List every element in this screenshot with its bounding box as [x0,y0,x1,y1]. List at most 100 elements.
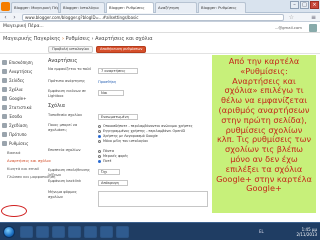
minimize-icon[interactable]: – [290,1,299,9]
start-button-icon[interactable] [3,226,15,238]
settings-row: Πρότυπο ανάρτησης Προσθήκη [48,79,218,89]
who-option[interactable]: Χρήστης με Λογαριασμό Google [98,134,158,138]
sidebar-item-label: Σχεδίαση [9,123,28,128]
sidebar-item-layout[interactable]: Σχεδίαση [2,122,42,130]
browser-taskbar-icon[interactable] [52,226,65,238]
radio-icon [98,124,101,128]
sidebar-item-comments[interactable]: Σχόλια [2,86,42,94]
comments-icon [2,87,7,92]
taskbar: EL 1:45 μμ 2/11/2013 [0,222,320,240]
option-label: Ποτέ [103,159,112,163]
url-field[interactable]: www.blogger.com/blogger.g?blogID=...#all… [22,14,284,21]
row-label: Εμφάνιση backlink [48,179,82,183]
sidebar-item-label: Πρότυπο [9,132,27,137]
moderation-option[interactable]: Ποτέ [98,159,112,163]
sidebar-subitem-posts-comments[interactable]: Αναρτήσεις και σχόλια [7,157,51,165]
option-label: Εγγεγραμμένος χρήστης - περιλαμβάνει Ope… [103,129,186,133]
blogger-header: Μαγειρική Πέρα... ...@gmail.com [0,23,320,33]
system-tray: EL 1:45 μμ 2/11/2013 [257,225,317,239]
sidebar-subitem-basic[interactable]: Βασικά [7,149,42,157]
wrench-icon[interactable]: ≡ [311,14,316,21]
sidebar-subitem-language[interactable]: Γλώσσα και μορφοποίηση [7,173,55,181]
settings-row: Ποιος μπορεί να σχολιάσει; Οποιοσδήποτε … [48,123,218,147]
firefox-icon[interactable] [68,226,81,238]
app-icon[interactable] [84,226,97,238]
radio-icon [98,139,101,143]
sidebar-item-earnings[interactable]: Έσοδα [2,113,42,121]
settings-action-bar: Προβολή ιστολογίου Αποθήκευση ρυθμίσεων [0,45,320,54]
radio-icon [98,129,101,133]
template-icon [2,132,7,137]
sidebar-item-settings[interactable]: Ρυθμίσεις [2,140,42,148]
language-indicator[interactable]: EL [259,229,264,234]
sidebar-item-stats[interactable]: Στατιστικά [2,104,42,112]
clock-date: 2/11/2013 [296,232,317,237]
forward-icon[interactable]: › [11,14,18,21]
row-label: Ποιος μπορεί να σχολιάσει; [48,123,78,132]
media-player-icon[interactable] [36,226,49,238]
who-option[interactable]: Εγγεγραμμένος χρήστης - περιλαμβάνει Ope… [98,129,185,133]
browser-tab[interactable]: Blogger: Μαγειρική Πέρα... [11,2,59,13]
blog-name[interactable]: Μαγειρική Πέρα... [3,24,44,29]
sidebar-item-posts[interactable]: Αναρτήσεις [2,68,42,76]
user-email[interactable]: ...@gmail.com [275,25,302,30]
explorer-icon[interactable] [20,226,33,238]
app-icon[interactable] [100,226,113,238]
url-host: www.blogger.com [25,15,61,20]
max-posts-select[interactable]: 7 αναρτήσεις [98,68,138,74]
clock[interactable]: 1:45 μμ 2/11/2013 [296,227,317,237]
backlinks-select[interactable]: Απόκρυψη [98,180,128,186]
googleplus-icon [2,96,7,101]
moderation-option[interactable]: Πάντα [98,149,114,153]
radio-selected-icon [98,134,101,138]
maximize-icon[interactable]: □ [300,1,309,9]
breadcrumb-page: Ρυθμίσεις › Αναρτήσεις και σχόλια [65,36,153,42]
option-label: Χρήστης με Λογαριασμό Google [103,134,158,138]
sidebar-item-label: Google+ [9,96,27,101]
option-label: Μερικές φορές [103,154,129,158]
sidebar-item-label: Αναρτήσεις [9,69,33,74]
sidebar-item-googleplus[interactable]: Google+ [2,95,42,103]
row-label: Να εμφανίζεται το πολύ [48,67,92,71]
sidebar-subitem-mobile-email[interactable]: Κινητά και email [7,165,42,173]
close-icon[interactable]: × [310,1,319,9]
row-label: Εμφάνιση εικόνων σε Lightbox [48,89,87,98]
sidebar-item-template[interactable]: Πρότυπο [2,131,42,139]
bookmark-star-icon[interactable]: ☆ [289,14,294,21]
who-option[interactable]: Μόνο μέλη του ιστολογίου [98,139,148,143]
url-path: /blogger.g?blogID=...#allsettings/basic [60,15,139,20]
who-option[interactable]: Οποιοσδήποτε - περιλαμβάνονται ανώνυμοι … [98,124,193,128]
settings-row: Εμφάνιση backlink Απόκρυψη [48,179,218,189]
app-icon[interactable] [116,226,129,238]
save-settings-button[interactable]: Αποθήκευση ρυθμίσεων [96,46,147,53]
comments-heading: Σχόλια [48,103,66,109]
settings-row: Εμφάνιση εικόνων σε Lightbox Ναι [48,89,218,99]
row-label: Τοποθεσία σχολίου [48,113,83,117]
browser-tab-active[interactable]: Blogger: Ρυθμίσεις [106,2,154,13]
option-label: Πάντα [103,149,114,153]
moderation-option[interactable]: Μερικές φορές [98,154,128,158]
sidebar-item-label: Έσοδα [9,114,23,119]
radio-icon [98,154,101,158]
word-verification-select[interactable]: Όχι [98,169,120,175]
posts-icon [2,69,7,74]
lightbox-select[interactable]: Ναι [98,90,124,96]
comment-location-select[interactable]: Ενσωματωμένη [98,114,138,120]
avatar[interactable] [309,24,317,32]
sidebar-item-overview[interactable]: Επισκόπηση [2,59,42,67]
back-icon[interactable]: ‹ [2,14,9,21]
settings-icon [2,141,7,146]
browser-logo-icon [1,2,10,11]
breadcrumb: Μαγειρικής Παγκρίκης › Ρυθμίσεις › Αναρτ… [3,36,153,42]
sidebar-item-pages[interactable]: Σελίδες [2,77,42,85]
settings-row: Εμφάνιση επαλήθευσης λέξεων Όχι [48,168,218,178]
post-template-link[interactable]: Προσθήκη [98,80,116,84]
breadcrumb-blog[interactable]: Μαγειρικής Παγκρίκης [3,36,60,42]
sidebar-item-label: Σχόλια [9,87,23,92]
view-blog-button[interactable]: Προβολή ιστολογίου [48,46,94,53]
browser-tab[interactable]: Blogger: Ιστολόγιο [60,2,105,13]
settings-row: Να εμφανίζεται το πολύ 7 αναρτήσεις [48,67,218,77]
browser-tab[interactable]: Αναζήτηση [155,2,197,13]
browser-tab[interactable]: Blogger: Ρυθμίσεις [198,2,246,13]
comment-form-message-textarea[interactable] [98,191,208,207]
